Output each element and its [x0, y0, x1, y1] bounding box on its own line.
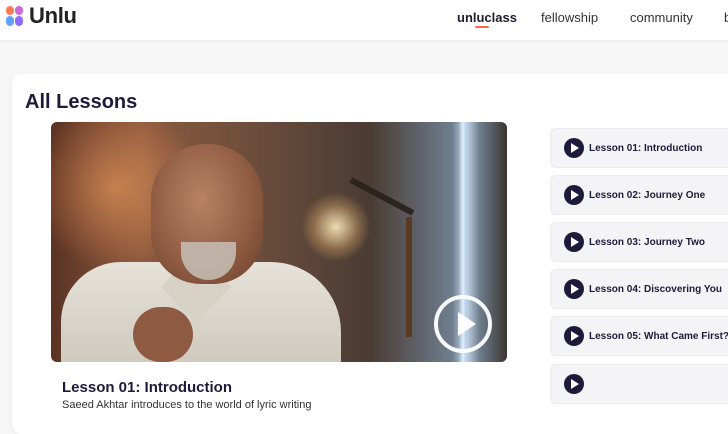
unlu-logo-icon [6, 6, 24, 26]
lesson-item-3[interactable]: Lesson 03: Journey Two [550, 222, 728, 262]
lesson-item-2[interactable]: Lesson 02: Journey One [550, 175, 728, 215]
top-navigation-bar: Unlu unluclass fellowship community b [0, 0, 728, 40]
current-lesson-description: Saeed Akhtar introduces to the world of … [62, 399, 312, 411]
play-circle-icon [564, 279, 584, 299]
lesson-label: Lesson 04: Discovering You [589, 283, 723, 295]
nav-item-truncated[interactable]: b [724, 10, 728, 25]
lesson-item-4[interactable]: Lesson 04: Discovering You [550, 269, 728, 309]
lesson-item-1[interactable]: Lesson 01: Introduction [550, 128, 728, 168]
nav-item-fellowship[interactable]: fellowship [541, 10, 598, 25]
lesson-label: Lesson 01: Introduction [589, 142, 703, 154]
nav-item-unluclass[interactable]: unluclass [457, 10, 517, 25]
video-player[interactable] [51, 122, 507, 362]
lesson-item-5[interactable]: Lesson 05: What Came First? [550, 316, 728, 356]
lesson-item-6[interactable] [550, 364, 728, 404]
brand-logo[interactable]: Unlu [6, 3, 77, 28]
brand-name: Unlu [29, 3, 77, 28]
play-circle-icon [564, 326, 584, 346]
page-title: All Lessons [25, 91, 138, 113]
play-circle-icon [564, 185, 584, 205]
nav-item-community[interactable]: community [630, 10, 693, 25]
current-lesson-title: Lesson 01: Introduction [62, 379, 233, 396]
play-icon[interactable] [434, 295, 492, 353]
lesson-label: Lesson 05: What Came First? [589, 330, 728, 342]
lesson-label: Lesson 03: Journey Two [589, 236, 705, 248]
play-circle-icon [564, 138, 584, 158]
play-circle-icon [564, 374, 584, 394]
lesson-label: Lesson 02: Journey One [589, 189, 706, 201]
active-nav-indicator [475, 26, 489, 28]
play-circle-icon [564, 232, 584, 252]
